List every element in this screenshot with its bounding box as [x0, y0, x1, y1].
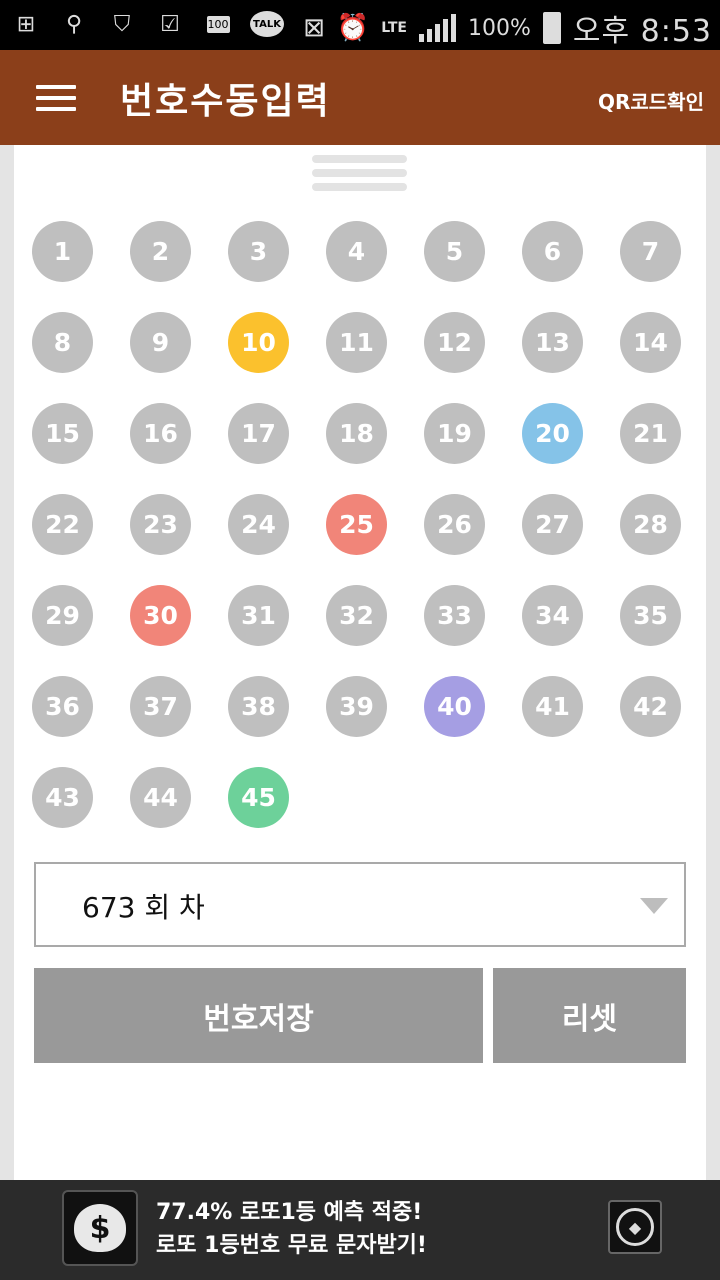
number-ball-14[interactable]: 14	[620, 312, 681, 373]
number-ball-17[interactable]: 17	[228, 403, 289, 464]
money-bag-icon: $	[62, 1190, 138, 1266]
number-ball-20[interactable]: 20	[522, 403, 583, 464]
number-ball-15[interactable]: 15	[32, 403, 93, 464]
battery-percent: 100%	[467, 15, 531, 41]
battery-100-icon: 100	[206, 15, 230, 33]
number-ball-44[interactable]: 44	[130, 767, 191, 828]
number-ball-38[interactable]: 38	[228, 676, 289, 737]
number-ball-33[interactable]: 33	[424, 585, 485, 646]
usb-icon: ⚲	[65, 11, 83, 37]
shield-icon: ⛉	[113, 11, 131, 37]
signal-icon	[418, 14, 456, 42]
notification-icons: ⊞ ⚲ ⛉ ☑ 100 TALK	[10, 8, 284, 40]
number-ball-8[interactable]: 8	[32, 312, 93, 373]
number-ball-7[interactable]: 7	[620, 221, 681, 282]
number-ball-26[interactable]: 26	[424, 494, 485, 555]
number-ball-36[interactable]: 36	[32, 676, 93, 737]
clock: 오후 8:53	[572, 14, 712, 49]
number-ball-25[interactable]: 25	[326, 494, 387, 555]
number-ball-22[interactable]: 22	[32, 494, 93, 555]
dropdown-arrow-icon	[640, 898, 668, 914]
page-title: 번호수동입력	[120, 81, 331, 122]
number-ball-43[interactable]: 43	[32, 767, 93, 828]
number-ball-24[interactable]: 24	[228, 494, 289, 555]
number-ball-28[interactable]: 28	[620, 494, 681, 555]
round-value: 673 회 차	[82, 891, 205, 924]
ad-line-1: 77.4% 로또1등 예측 적중!	[156, 1200, 423, 1225]
number-ball-3[interactable]: 3	[228, 221, 289, 282]
document-check-icon: ☑	[160, 11, 180, 37]
number-ball-35[interactable]: 35	[620, 585, 681, 646]
number-ball-grid: 1 2 3 4 5 6 7 8 9 10 11 12 13 14 15 16 17 18 19 20 21 22 23 24 2…	[32, 221, 692, 858]
ad-text: 77.4% 로또1등 예측 적중! 로또 1등번호 무료 문자받기!	[156, 1196, 427, 1262]
number-ball-21[interactable]: 21	[620, 403, 681, 464]
number-ball-40[interactable]: 40	[424, 676, 485, 737]
number-ball-27[interactable]: 27	[522, 494, 583, 555]
compass-icon[interactable]: ◆	[608, 1200, 662, 1254]
number-ball-10[interactable]: 10	[228, 312, 289, 373]
number-ball-37[interactable]: 37	[130, 676, 191, 737]
number-ball-30[interactable]: 30	[130, 585, 191, 646]
number-ball-13[interactable]: 13	[522, 312, 583, 373]
number-ball-9[interactable]: 9	[130, 312, 191, 373]
ad-banner[interactable]: $ 77.4% 로또1등 예측 적중! 로또 1등번호 무료 문자받기! ◆	[0, 1180, 720, 1280]
system-icons: ⊠ ⏰ LTE 100% 오후 8:53	[303, 6, 712, 50]
lte-indicator: LTE	[381, 20, 407, 36]
number-ball-31[interactable]: 31	[228, 585, 289, 646]
number-ball-18[interactable]: 18	[326, 403, 387, 464]
number-ball-39[interactable]: 39	[326, 676, 387, 737]
round-dropdown[interactable]: 673 회 차	[34, 862, 686, 947]
number-ball-6[interactable]: 6	[522, 221, 583, 282]
ad-line-2: 로또 1등번호 무료 문자받기!	[156, 1233, 427, 1258]
number-ball-34[interactable]: 34	[522, 585, 583, 646]
number-ball-32[interactable]: 32	[326, 585, 387, 646]
reset-button[interactable]: 리셋	[493, 968, 686, 1063]
number-ball-1[interactable]: 1	[32, 221, 93, 282]
number-ball-19[interactable]: 19	[424, 403, 485, 464]
battery-icon	[542, 12, 561, 44]
drag-handle[interactable]	[312, 155, 407, 197]
number-ball-5[interactable]: 5	[424, 221, 485, 282]
main-panel: 1 2 3 4 5 6 7 8 9 10 11 12 13 14 15 16 17 18 19 20 21 22 23 24 2…	[14, 145, 706, 1180]
alarm-icon: ⏰	[336, 13, 370, 43]
mute-icon: ⊠	[303, 13, 325, 43]
app-bar: 번호수동입력 QR코드확인	[0, 50, 720, 145]
number-ball-16[interactable]: 16	[130, 403, 191, 464]
number-ball-4[interactable]: 4	[326, 221, 387, 282]
number-ball-2[interactable]: 2	[130, 221, 191, 282]
number-ball-29[interactable]: 29	[32, 585, 93, 646]
status-bar: ⊞ ⚲ ⛉ ☑ 100 TALK ⊠ ⏰ LTE 100% 오후 8:53	[0, 0, 720, 50]
number-ball-12[interactable]: 12	[424, 312, 485, 373]
qr-check-button[interactable]: QR코드확인	[598, 86, 704, 115]
add-notification-icon: ⊞	[16, 11, 36, 37]
number-ball-23[interactable]: 23	[130, 494, 191, 555]
number-ball-11[interactable]: 11	[326, 312, 387, 373]
number-ball-42[interactable]: 42	[620, 676, 681, 737]
talk-icon: TALK	[250, 11, 284, 37]
number-ball-45[interactable]: 45	[228, 767, 289, 828]
number-ball-41[interactable]: 41	[522, 676, 583, 737]
save-numbers-button[interactable]: 번호저장	[34, 968, 483, 1063]
menu-icon[interactable]	[36, 85, 76, 111]
